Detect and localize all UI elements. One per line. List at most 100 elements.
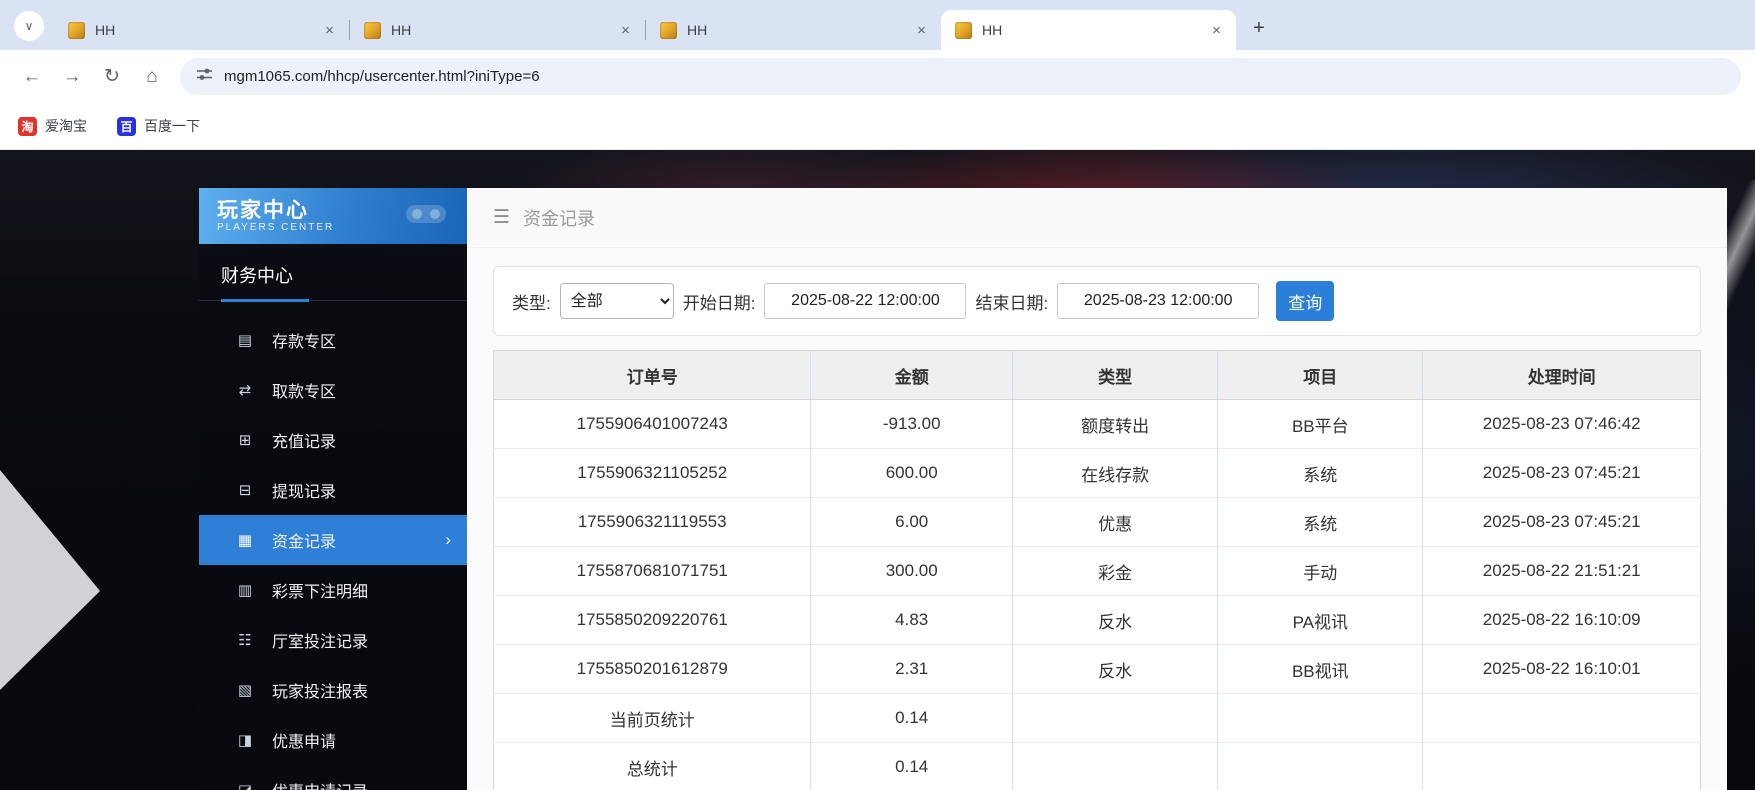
sidebar-item-recharge-records[interactable]: ⊞ 充值记录 [199,415,467,465]
page-title: 资金记录 [523,205,595,231]
taobao-icon: 淘 [18,117,37,136]
cell-empty [1423,743,1701,790]
column-header-time: 处理时间 [1423,351,1701,400]
column-header-project: 项目 [1218,351,1423,400]
sidebar-item-label: 存款专区 [272,328,336,352]
end-date-label: 结束日期: [975,289,1048,314]
bookmark-taobao[interactable]: 淘 爱淘宝 [18,116,87,136]
type-select[interactable]: 全部 [560,283,674,319]
tab-close-icon[interactable]: × [320,21,339,40]
cell-order-no: 1755906321119553 [494,498,811,547]
sidebar-item-lottery-bet-details[interactable]: ▥ 彩票下注明细 [199,565,467,615]
tab-title: HH [982,22,1197,38]
site-favicon-icon [364,22,381,39]
bookmark-label: 爱淘宝 [45,116,87,136]
sidebar-item-label: 取款专区 [272,378,336,402]
page-header: ☰ 资金记录 [467,188,1727,248]
tab-close-icon[interactable]: × [616,21,635,40]
sidebar-item-label: 厅室投注记录 [272,628,368,652]
fund-record-icon: ▦ [235,531,255,549]
sidebar-item-promo-apply[interactable]: ◨ 优惠申请 [199,715,467,765]
sidebar-item-label: 优惠申请记录 [272,778,368,790]
tab-close-icon[interactable]: × [1207,21,1226,40]
cell-amount: 600.00 [811,449,1013,498]
table-row: 1755906401007243 -913.00 额度转出 BB平台 2025-… [494,400,1701,449]
cell-order-no: 1755850201612879 [494,645,811,694]
page-background: 玩家中心 PLAYERS CENTER 财务中心 ▤ [0,150,1755,790]
chevron-down-icon: ∨ [25,19,34,33]
cell-amount: 0.14 [811,743,1013,790]
withdrawal-record-icon: ⊟ [235,481,255,499]
sidebar-item-fund-records[interactable]: ▦ 资金记录 › [199,515,467,565]
cell-project: 系统 [1218,498,1423,547]
bookmark-baidu[interactable]: 百 百度一下 [117,116,200,136]
table-row: 1755906321105252 600.00 在线存款 系统 2025-08-… [494,449,1701,498]
sidebar-item-label: 彩票下注明细 [272,578,368,602]
lottery-detail-icon: ▥ [235,581,255,599]
cell-type: 反水 [1013,645,1218,694]
new-tab-button[interactable]: + [1244,13,1274,43]
cell-project: 系统 [1218,449,1423,498]
cell-type: 优惠 [1013,498,1218,547]
cell-order-no: 1755870681071751 [494,547,811,596]
sidebar-item-label: 充值记录 [272,428,336,452]
cell-time: 2025-08-23 07:45:21 [1423,498,1701,547]
url-bar[interactable]: mgm1065.com/hhcp/usercenter.html?iniType… [180,58,1741,95]
sidebar-item-player-bet-report[interactable]: ▧ 玩家投注报表 [199,665,467,715]
cell-time: 2025-08-23 07:46:42 [1423,400,1701,449]
cell-project: 手动 [1218,547,1423,596]
cell-type: 额度转出 [1013,400,1218,449]
tab-close-icon[interactable]: × [912,21,931,40]
browser-tab[interactable]: HH × [350,10,645,50]
background-triangle-decoration [0,470,100,690]
sidebar-menu: ▤ 存款专区 ⇄ 取款专区 ⊞ 充值记录 ⊟ 提现记录 ▦ 资金记录 [199,301,467,790]
tab-title: HH [95,22,310,38]
cell-type: 彩金 [1013,547,1218,596]
url-text: mgm1065.com/hhcp/usercenter.html?iniType… [224,68,540,85]
back-icon[interactable]: ← [14,59,50,95]
site-settings-icon[interactable] [196,66,213,88]
table-summary-row-page: 当前页统计 0.14 [494,694,1701,743]
sidebar-item-label: 玩家投注报表 [272,678,368,702]
cell-project: BB平台 [1218,400,1423,449]
search-button[interactable]: 查询 [1276,281,1334,321]
report-icon: ▧ [235,681,255,699]
sidebar-item-promo-apply-records[interactable]: ◪ 优惠申请记录 [199,765,467,790]
column-header-order-no: 订单号 [494,351,811,400]
home-icon[interactable]: ⌂ [134,59,170,95]
fund-records-table: 订单号 金额 类型 项目 处理时间 1755906401007243 -913.… [493,350,1701,790]
sidebar-item-hall-bet-records[interactable]: ☷ 厅室投注记录 [199,615,467,665]
start-date-input[interactable] [764,283,966,319]
cell-order-no: 1755906401007243 [494,400,811,449]
cell-summary-label: 总统计 [494,743,811,790]
cell-empty [1218,743,1423,790]
site-favicon-icon [68,22,85,39]
cell-type: 在线存款 [1013,449,1218,498]
baidu-icon: 百 [117,117,136,136]
site-favicon-icon [955,22,972,39]
promo-icon: ◨ [235,731,255,749]
sidebar-item-withdraw-zone[interactable]: ⇄ 取款专区 [199,365,467,415]
active-underline [221,299,309,302]
cell-time: 2025-08-22 16:10:09 [1423,596,1701,645]
players-center-logo: 玩家中心 PLAYERS CENTER [199,188,467,244]
start-date-label: 开始日期: [683,289,756,314]
menu-toggle-icon[interactable]: ☰ [493,206,510,229]
forward-icon[interactable]: → [54,59,90,95]
tab-search-button[interactable]: ∨ [14,11,44,41]
main-panel: ☰ 资金记录 类型: 全部 开始日期: 结束日期: 查询 [467,188,1727,790]
reload-icon[interactable]: ↻ [94,59,130,95]
cell-amount: 4.83 [811,596,1013,645]
sidebar-item-deposit-zone[interactable]: ▤ 存款专区 [199,315,467,365]
sidebar-item-label: 优惠申请 [272,728,336,752]
chevron-right-icon: › [445,530,451,550]
browser-tab-active[interactable]: HH × [941,10,1236,50]
browser-tab[interactable]: HH × [646,10,941,50]
end-date-input[interactable] [1057,283,1259,319]
cell-amount: 6.00 [811,498,1013,547]
bookmark-label: 百度一下 [144,116,200,136]
cell-amount: -913.00 [811,400,1013,449]
sidebar-item-withdrawal-records[interactable]: ⊟ 提现记录 [199,465,467,515]
browser-tab[interactable]: HH × [54,10,349,50]
site-favicon-icon [660,22,677,39]
